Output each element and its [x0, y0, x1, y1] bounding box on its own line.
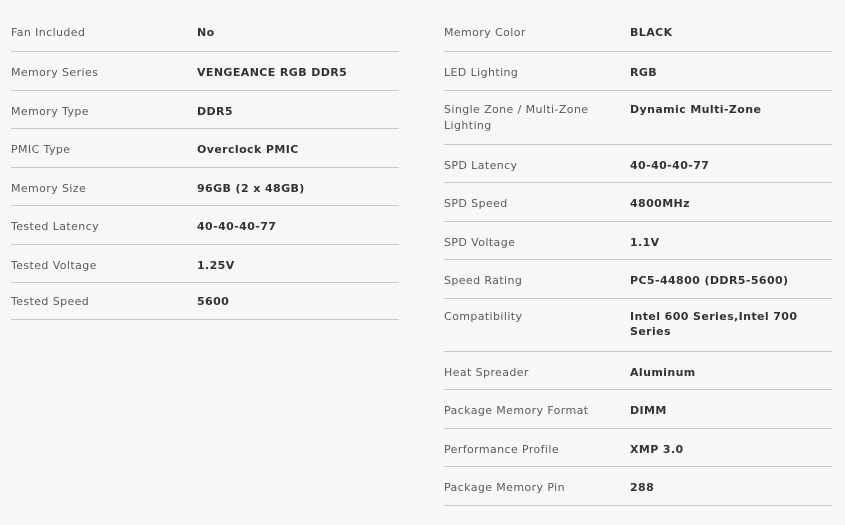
spec-row-spd-speed: SPD Speed 4800MHz — [444, 183, 832, 222]
spec-label: Tested Speed — [11, 295, 90, 308]
spec-table-right: Memory Color BLACK LED Lighting RGB Sing… — [444, 13, 832, 506]
spec-label: Single Zone / Multi-Zone Lighting — [444, 102, 589, 132]
spec-row-memory-type: Memory Type DDR5 — [11, 91, 399, 129]
spec-value: Dynamic Multi-Zone — [630, 102, 762, 116]
spec-label: SPD Latency — [444, 158, 518, 172]
spec-value: Intel 600 Series,Intel 700 Series — [630, 309, 798, 338]
spec-row-package-memory-format: Package Memory Format DIMM — [444, 390, 832, 429]
spec-row-spd-voltage: SPD Voltage 1.1V — [444, 222, 832, 260]
spec-label: Performance Profile — [444, 442, 560, 456]
spec-label: Tested Latency — [11, 220, 99, 233]
spec-row-led-lighting: LED Lighting RGB — [444, 52, 832, 91]
spec-value: 40-40-40-77 — [197, 220, 277, 233]
spec-row-memory-series: Memory Series VENGEANCE RGB DDR5 — [11, 52, 399, 91]
spec-label: Speed Rating — [444, 274, 523, 287]
spec-row-memory-color: Memory Color BLACK — [444, 13, 832, 52]
spec-label: Tested Voltage — [11, 258, 97, 272]
spec-label: LED Lighting — [444, 66, 519, 79]
spec-row-heat-spreader: Heat Spreader Aluminum — [444, 352, 832, 390]
spec-label: PMIC Type — [11, 143, 71, 156]
spec-row-package-memory-pin: Package Memory Pin 288 — [444, 467, 832, 506]
spec-label: Package Memory Pin — [444, 481, 565, 494]
spec-row-tested-speed: Tested Speed 5600 — [11, 283, 399, 320]
spec-row-fan-included: Fan Included No — [11, 13, 399, 52]
spec-value: 1.25V — [197, 258, 235, 272]
spec-value: PC5-44800 (DDR5-5600) — [630, 274, 789, 287]
spec-row-zone-lighting: Single Zone / Multi-Zone Lighting Dynami… — [444, 91, 832, 145]
spec-label: Memory Type — [11, 104, 89, 118]
spec-value: DIMM — [630, 404, 667, 417]
spec-row-memory-size: Memory Size 96GB (2 x 48GB) — [11, 168, 399, 206]
spec-row-tested-latency: Tested Latency 40-40-40-77 — [11, 206, 399, 245]
spec-value: BLACK — [630, 26, 673, 39]
spec-table-left: Fan Included No Memory Series VENGEANCE … — [11, 13, 399, 320]
spec-label: SPD Voltage — [444, 235, 516, 249]
spec-value: Overclock PMIC — [197, 143, 299, 156]
spec-label: Fan Included — [11, 26, 86, 39]
spec-row-speed-rating: Speed Rating PC5-44800 (DDR5-5600) — [444, 260, 832, 299]
spec-value: 96GB (2 x 48GB) — [197, 181, 305, 195]
spec-label: SPD Speed — [444, 197, 508, 210]
spec-value: VENGEANCE RGB DDR5 — [197, 66, 348, 79]
spec-row-spd-latency: SPD Latency 40-40-40-77 — [444, 145, 832, 183]
spec-value: 5600 — [197, 295, 230, 308]
spec-value: 1.1V — [630, 235, 660, 249]
spec-label: Memory Size — [11, 181, 87, 195]
spec-value: DDR5 — [197, 104, 233, 118]
spec-row-tested-voltage: Tested Voltage 1.25V — [11, 245, 399, 283]
spec-value: 288 — [630, 481, 655, 494]
spec-value: 40-40-40-77 — [630, 158, 710, 172]
spec-value: 4800MHz — [630, 197, 690, 210]
spec-value: XMP 3.0 — [630, 442, 684, 456]
spec-value: Aluminum — [630, 365, 696, 379]
spec-row-performance-profile: Performance Profile XMP 3.0 — [444, 429, 832, 467]
spec-label: Memory Color — [444, 26, 526, 39]
spec-row-compatibility: Compatibility Intel 600 Series,Intel 700… — [444, 299, 832, 352]
spec-value: RGB — [630, 66, 658, 79]
spec-row-pmic-type: PMIC Type Overclock PMIC — [11, 129, 399, 168]
spec-label: Package Memory Format — [444, 404, 589, 417]
spec-label: Heat Spreader — [444, 365, 529, 379]
spec-value: No — [197, 26, 215, 39]
spec-label: Memory Series — [11, 66, 99, 79]
spec-label: Compatibility — [444, 309, 523, 323]
